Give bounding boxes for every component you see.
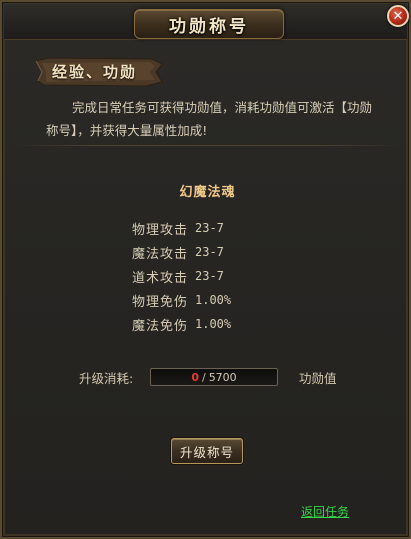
attribute-row: 魔法免伤 1.00% — [132, 312, 231, 336]
attribute-label: 物理免伤 — [132, 294, 189, 310]
attribute-row: 道术攻击 23-7 — [132, 264, 231, 288]
divider — [14, 145, 399, 146]
upgrade-cost-label: 升级消耗: — [79, 371, 134, 386]
cost-required: 5700 — [208, 370, 237, 384]
attribute-value: 23-7 — [195, 269, 224, 283]
title-bar[interactable]: 功勋称号 — [4, 4, 407, 40]
attribute-value: 1.00% — [195, 317, 232, 331]
section-heading: 经验、功勋 — [52, 63, 138, 81]
section-banner: 经验、功勋 — [34, 55, 164, 89]
rank-name: 幻魔法魂 — [179, 185, 236, 200]
attribute-row: 魔法攻击 23-7 — [132, 240, 231, 264]
cost-current: 0 — [191, 370, 199, 384]
window-title: 功勋称号 — [169, 16, 249, 37]
close-button[interactable]: ✕ — [387, 5, 409, 27]
attribute-label: 魔法攻击 — [132, 246, 189, 262]
upgrade-title-button[interactable]: 升级称号 — [171, 438, 243, 464]
attribute-list: 物理攻击 23-7 魔法攻击 23-7 道术攻击 23-7 物理免伤 1.00%… — [132, 216, 231, 336]
attribute-label: 魔法免伤 — [132, 318, 189, 334]
return-to-tasks-link[interactable]: 返回任务 — [301, 503, 349, 520]
upgrade-cost-bar: 0 / 5700 — [150, 368, 278, 386]
attribute-label: 道术攻击 — [132, 270, 189, 286]
description-text: 完成日常任务可获得功勋值，消耗功勋值可激活【功勋称号】，并获得大量属性加成! — [46, 100, 373, 138]
attribute-value: 23-7 — [195, 221, 224, 235]
cost-separator: / — [201, 370, 206, 384]
title-panel: 功勋称号 ✕ 经验、功勋 完成日常任务可获得功勋值，消耗功勋值可激活【功勋称号】… — [0, 0, 411, 539]
close-icon: ✕ — [392, 8, 404, 24]
attribute-label: 物理攻击 — [132, 222, 189, 238]
title-plate: 功勋称号 — [134, 9, 284, 39]
attribute-row: 物理攻击 23-7 — [132, 216, 231, 240]
attribute-row: 物理免伤 1.00% — [132, 288, 231, 312]
attribute-value: 23-7 — [195, 245, 224, 259]
attribute-value: 1.00% — [195, 293, 232, 307]
cost-unit: 功勋值 — [299, 371, 337, 386]
